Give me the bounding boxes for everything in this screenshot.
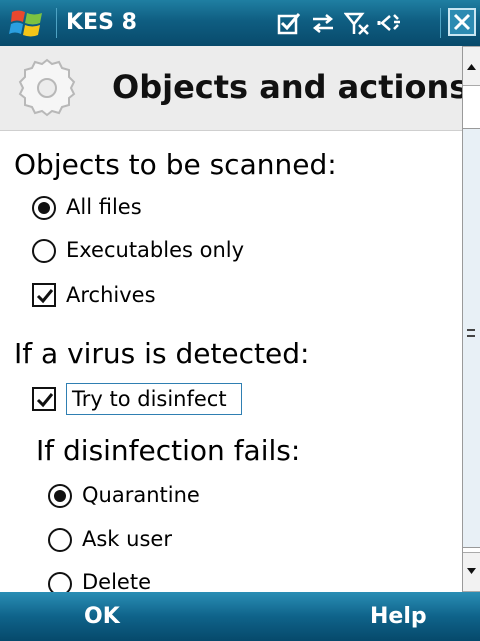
status-separator <box>440 8 441 38</box>
softkey-bar: OK Help <box>0 592 480 641</box>
help-button[interactable]: Help <box>370 604 427 629</box>
radio-all-files[interactable] <box>32 196 56 220</box>
checkmark-icon <box>36 289 54 304</box>
radio-quarantine[interactable] <box>48 484 72 508</box>
option-label[interactable]: All files <box>66 195 142 219</box>
option-label[interactable]: Archives <box>66 283 156 307</box>
option-label[interactable]: Try to disinfect <box>72 387 227 411</box>
status-bar: KES 8 <box>0 0 480 46</box>
section-title-objects: Objects to be scanned: <box>14 148 337 181</box>
status-separator <box>56 8 57 38</box>
vertical-scrollbar[interactable] <box>462 46 480 592</box>
windows-start-icon[interactable] <box>8 6 46 40</box>
gear-icon <box>18 58 76 117</box>
radio-executables-only[interactable] <box>32 239 56 263</box>
scrollbar-thumb[interactable] <box>463 128 480 548</box>
checkbox-archives[interactable] <box>32 283 56 307</box>
checkbox-try-disinfect[interactable] <box>32 387 56 411</box>
sync-arrows-icon[interactable] <box>310 10 336 36</box>
option-label[interactable]: Delete <box>82 570 151 594</box>
section-title-disinfection-fails: If disinfection fails: <box>36 434 301 467</box>
page-title: Objects and actions <box>112 68 469 106</box>
notification-check-icon[interactable] <box>276 10 302 36</box>
option-label[interactable]: Ask user <box>82 527 172 551</box>
app-title: KES 8 <box>66 10 137 35</box>
arrow-down-icon <box>467 568 476 574</box>
page-header: Objects and actions <box>0 46 468 131</box>
close-button[interactable] <box>448 8 476 36</box>
volume-muted-icon[interactable] <box>376 10 402 36</box>
grip-icon <box>467 329 475 337</box>
option-label[interactable]: Quarantine <box>82 483 200 507</box>
scroll-up-button[interactable] <box>463 46 480 86</box>
checkmark-icon <box>36 393 54 408</box>
ok-button[interactable]: OK <box>84 604 120 629</box>
signal-off-icon[interactable] <box>344 10 370 36</box>
section-title-virus: If a virus is detected: <box>14 337 310 370</box>
arrow-up-icon <box>467 64 476 70</box>
scroll-down-button[interactable] <box>463 552 480 592</box>
close-icon <box>453 13 471 31</box>
radio-ask-user[interactable] <box>48 528 72 552</box>
option-label[interactable]: Executables only <box>66 238 244 262</box>
